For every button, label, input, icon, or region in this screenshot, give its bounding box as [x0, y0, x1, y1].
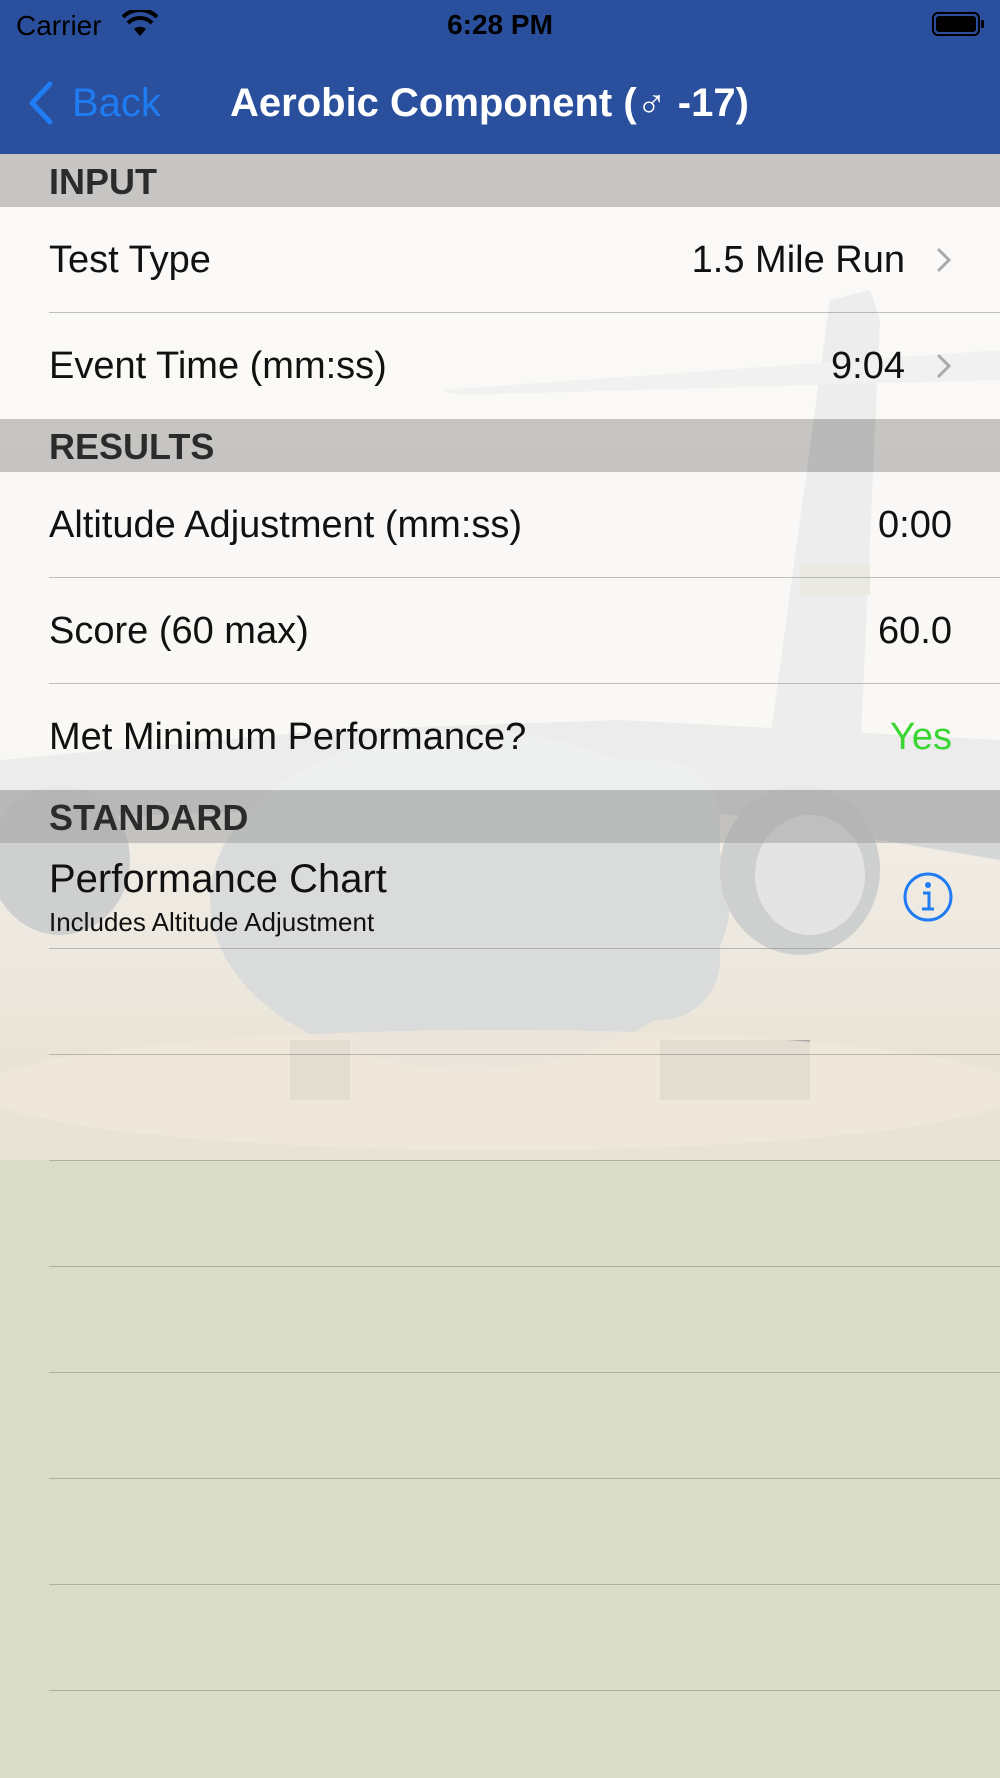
empty-row	[0, 949, 1000, 1055]
performance-chart-row[interactable]: Performance Chart Includes Altitude Adju…	[0, 843, 1000, 949]
score-label: Score (60 max)	[49, 610, 309, 652]
section-header-input: INPUT	[0, 154, 1000, 207]
info-icon[interactable]	[902, 871, 954, 923]
empty-row	[0, 1585, 1000, 1691]
chevron-left-icon	[29, 81, 53, 125]
empty-row	[0, 1479, 1000, 1585]
nav-bar: Back Aerobic Component (♂ -17)	[0, 50, 1000, 154]
met-minimum-label: Met Minimum Performance?	[49, 716, 527, 758]
performance-chart-subtitle: Includes Altitude Adjustment	[49, 907, 375, 937]
status-time: 6:28 PM	[447, 9, 553, 40]
section-header-standard: STANDARD	[0, 790, 1000, 843]
empty-row	[0, 1373, 1000, 1479]
test-type-label: Test Type	[49, 239, 211, 281]
back-button[interactable]: Back	[28, 78, 161, 128]
event-time-row[interactable]: Event Time (mm:ss) 9:04	[0, 313, 1000, 419]
met-minimum-row: Met Minimum Performance? Yes	[0, 684, 1000, 790]
event-time-value: 9:04	[831, 345, 905, 387]
score-value: 60.0	[878, 610, 952, 652]
chevron-right-icon	[937, 354, 952, 378]
event-time-label: Event Time (mm:ss)	[49, 345, 387, 387]
altitude-adjustment-row: Altitude Adjustment (mm:ss) 0:00	[0, 472, 1000, 578]
score-row: Score (60 max) 60.0	[0, 578, 1000, 684]
performance-chart-title: Performance Chart	[49, 857, 387, 901]
row-separator	[49, 1690, 1000, 1691]
altitude-adjustment-label: Altitude Adjustment (mm:ss)	[49, 504, 523, 546]
settings-table: INPUT Test Type 1.5 Mile Run Event Time …	[0, 154, 1000, 1691]
section-header-results: RESULTS	[0, 419, 1000, 472]
battery-icon	[932, 12, 984, 36]
altitude-adjustment-value: 0:00	[878, 504, 952, 546]
chevron-right-icon	[937, 248, 952, 272]
test-type-row[interactable]: Test Type 1.5 Mile Run	[0, 207, 1000, 313]
empty-row	[0, 1161, 1000, 1267]
status-bar: Carrier 6:28 PM	[0, 0, 1000, 50]
empty-row	[0, 1055, 1000, 1161]
page-title: Aerobic Component (♂ -17)	[230, 81, 749, 125]
navigation-header: Carrier 6:28 PM Back Aerobic Component (…	[0, 0, 1000, 154]
test-type-value: 1.5 Mile Run	[691, 239, 905, 281]
back-button-label: Back	[72, 80, 161, 125]
met-minimum-value: Yes	[890, 716, 952, 758]
empty-row	[0, 1267, 1000, 1373]
